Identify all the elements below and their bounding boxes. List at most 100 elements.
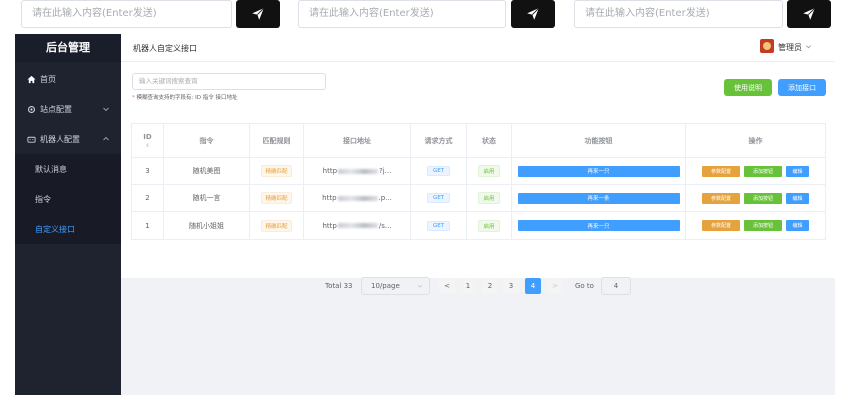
sidebar-item-label: 站点配置 [40,104,72,114]
page-button-3[interactable]: 3 [503,278,519,294]
add-api-button[interactable]: 添加接口 [778,79,826,96]
cell-method: GET [411,185,467,211]
param-config-button[interactable]: 参数配置 [702,192,740,204]
paper-plane-icon [252,7,265,20]
edit-button[interactable]: 编辑 [786,192,809,204]
page-button-2[interactable]: 2 [482,278,498,294]
func-button[interactable]: 再来一只 [517,220,680,231]
url-start: http [322,167,338,175]
url-end: ?j... [379,167,392,175]
cell-id: 1 [132,212,164,239]
url-start: http [322,194,337,202]
message-input-1[interactable]: 请在此输入内容(Enter发送) [21,0,232,28]
goto-page-input[interactable]: 4 [601,277,631,295]
sort-icon[interactable]: ⇕ [145,143,149,149]
cell-func: 再来一只 [512,212,686,239]
cell-status: 启用 [467,212,512,239]
cell-id: 3 [132,158,164,184]
table-row: 1 随机小姐姐 精确匹配 http/s... GET 启用 再来一只 参数配置 … [132,212,825,239]
cell-match: 精确匹配 [250,185,304,211]
cell-url: http ?j... [304,158,411,184]
add-button-button[interactable]: 添加按钮 [744,220,782,231]
page-size-value: 10/page [371,282,400,290]
column-header-id[interactable]: ID ⇕ [132,124,164,157]
page-button-1[interactable]: 1 [460,278,476,294]
table-row: 2 随机一言 精确匹配 http .p... GET 启用 再来一条 参数配置 添… [132,185,825,212]
edit-button[interactable]: 编辑 [786,220,809,231]
header: 机器人自定义接口 管理员 [121,34,835,62]
robot-icon [26,134,36,144]
add-button-button[interactable]: 添加按钮 [744,165,782,177]
cell-id: 2 [132,185,164,211]
cell-url: http/s... [304,212,411,239]
cell-method: GET [411,158,467,184]
goto-label: Go to [575,282,594,290]
help-button[interactable]: 使用说明 [724,79,772,96]
status-badge: 启用 [478,192,500,204]
user-name[interactable]: 管理员 [778,42,802,53]
func-button[interactable]: 再来一条 [517,192,680,204]
chevron-down-icon [103,107,109,112]
required-star: * [132,95,135,101]
search-hint-text: 模糊查询支持的字段有: ID 指令 接口地址 [136,95,238,101]
status-badge: 启用 [478,165,500,177]
avatar[interactable] [760,39,774,53]
sidebar-item-site-config[interactable]: 站点配置 [15,94,121,124]
search-hint: * 模糊查询支持的字段有: ID 指令 接口地址 [132,93,237,101]
match-tag: 精确匹配 [261,192,292,204]
url-redacted [337,223,378,228]
param-config-button[interactable]: 参数配置 [702,165,740,177]
match-tag: 精确匹配 [261,165,292,177]
table-row: 3 随机美图 精确匹配 http ?j... GET 启用 再来一只 参数配置 添… [132,158,825,185]
param-config-button[interactable]: 参数配置 [702,220,740,231]
chevron-down-icon[interactable] [805,43,812,50]
column-header-func: 功能按钮 [512,124,686,157]
chevron-down-icon [417,285,423,288]
total-count: Total 33 [325,282,353,290]
url-end: /s... [378,221,392,230]
add-button-button[interactable]: 添加按钮 [744,192,782,204]
sidebar-subitem-commands[interactable]: 指令 [15,184,121,214]
url-end: .p... [378,194,392,202]
sidebar-item-home[interactable]: 首页 [15,64,121,94]
search-input[interactable]: 输入关键词搜索查询 [132,73,326,90]
sidebar-item-label: 首页 [40,74,56,84]
cell-func: 再来一只 [512,158,686,184]
sidebar-subitem-custom-api[interactable]: 自定义接口 [15,214,121,244]
method-tag: GET [426,220,451,231]
status-badge: 启用 [478,219,500,232]
prev-page-button[interactable]: < [439,278,455,294]
sidebar-item-label: 机器人配置 [40,134,80,144]
send-button-1[interactable] [236,0,280,28]
url-redacted [338,168,379,174]
match-tag: 精确匹配 [261,219,292,232]
column-header-url: 接口地址 [304,124,411,157]
content-panel: 输入关键词搜索查询 * 模糊查询支持的字段有: ID 指令 接口地址 使用说明 … [121,62,835,295]
top-send-bar: 请在此输入内容(Enter发送) 请在此输入内容(Enter发送) 请在此输入内… [0,0,849,34]
sidebar-item-robot-config[interactable]: 机器人配置 [15,124,121,154]
page-size-select[interactable]: 10/page [361,277,430,295]
column-header-label: ID [143,132,152,141]
chevron-up-icon [103,136,109,141]
pagination: Total 33 10/page < 1 2 3 4 > Go to 4 [121,276,835,296]
send-button-2[interactable] [511,0,555,28]
method-tag: GET [426,166,451,176]
cell-command: 随机一言 [164,185,250,211]
next-page-button[interactable]: > [547,278,563,294]
api-table: ID ⇕ 指令 匹配规则 接口地址 请求方式 状态 功能按钮 操作 3 随机美图… [131,123,826,240]
message-input-3[interactable]: 请在此输入内容(Enter发送) [574,0,783,28]
gear-icon [26,104,36,114]
cell-ops: 参数配置 添加按钮 编辑 [686,158,825,184]
edit-button[interactable]: 编辑 [786,165,809,177]
column-header-command: 指令 [164,124,250,157]
breadcrumb: 机器人自定义接口 [133,44,197,53]
url-redacted [337,195,378,201]
home-icon [26,74,36,84]
send-button-3[interactable] [787,0,831,28]
paper-plane-icon [527,7,540,20]
cell-status: 启用 [467,158,512,184]
message-input-2[interactable]: 请在此输入内容(Enter发送) [298,0,506,28]
func-button[interactable]: 再来一只 [517,165,680,177]
page-button-4[interactable]: 4 [525,278,541,294]
sidebar-subitem-default-message[interactable]: 默认消息 [15,154,121,184]
